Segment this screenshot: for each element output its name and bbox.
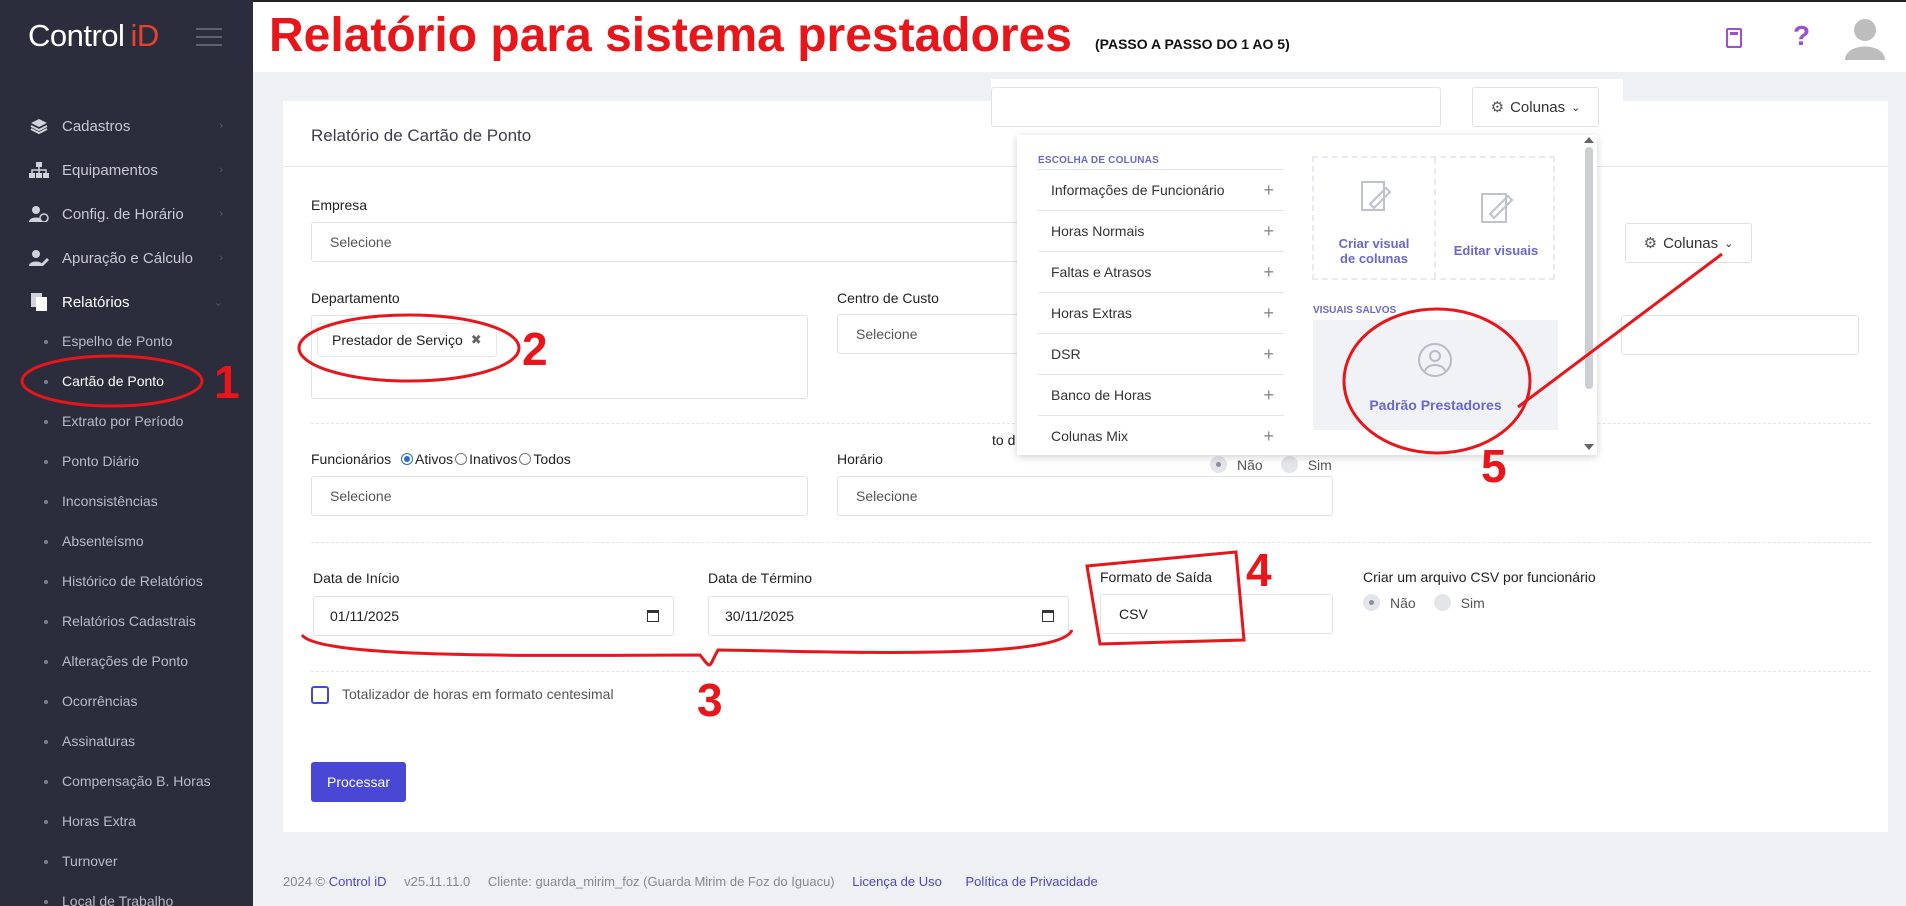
annotation-box-4 [1085,550,1246,646]
annotation-bracket-3 [300,629,1074,667]
annotation-number-1: 1 [214,356,240,408]
annotation-circle-1 [20,354,204,408]
annotation-number-2: 2 [522,323,548,375]
annotation-arrow-5 [1517,252,1723,409]
annotation-overlay [20,252,1723,667]
annotation-number-4: 4 [1246,544,1272,596]
annotation-circle-5 [1342,307,1532,455]
annotation-number-5: 5 [1481,440,1507,492]
annotation-number-3: 3 [697,674,723,726]
annotation-circle-2 [297,313,521,383]
